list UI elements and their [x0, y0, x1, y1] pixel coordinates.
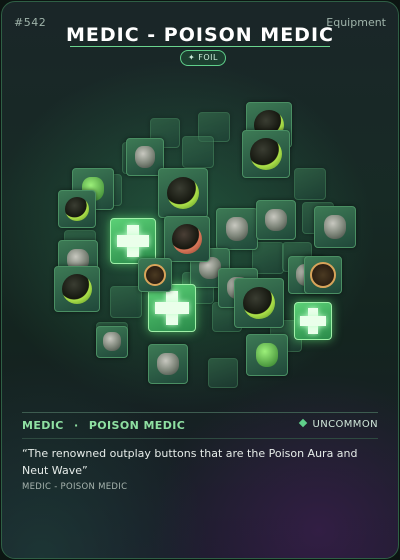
card-rarity: UNCOMMON — [312, 419, 378, 430]
heal-cross-tile — [294, 302, 332, 340]
biohazard-tile — [304, 256, 342, 294]
ability-icon-tile — [294, 168, 326, 200]
card-class-line: MEDIC · POISON MEDIC — [22, 419, 185, 432]
title-underline — [70, 46, 330, 47]
poison-orb-icon — [172, 224, 202, 254]
grenade-icon-tile — [148, 344, 188, 384]
class-separator: · — [74, 419, 79, 432]
grenade-icon — [135, 146, 155, 168]
poison-orb-tile — [164, 216, 210, 262]
grenade-icon — [256, 343, 278, 367]
card-spec: POISON MEDIC — [88, 419, 186, 432]
ability-icon-tile — [182, 136, 214, 168]
poison-orb-tile — [234, 278, 284, 328]
grenade-icon — [103, 332, 121, 351]
heal-cross-icon — [117, 235, 149, 247]
grenade-icon-tile — [216, 208, 258, 250]
grenade-icon — [324, 215, 346, 239]
poison-orb-icon — [167, 177, 199, 209]
foil-badge: ✦ FOIL — [180, 50, 226, 66]
grenade-icon-tile — [256, 200, 296, 240]
poison-orb-icon — [250, 138, 282, 170]
grenade-icon — [265, 209, 287, 231]
poison-orb-icon — [62, 274, 92, 304]
grenade-icon — [157, 353, 179, 375]
flavor-text: “The renowned outplay buttons that are t… — [22, 447, 358, 477]
biohazard-tile — [138, 258, 172, 292]
poison-orb-icon — [243, 287, 275, 319]
info-divider — [22, 412, 378, 413]
grenade-icon-tile — [96, 326, 128, 358]
rarity-gem-icon — [298, 418, 307, 428]
poison-orb-tile — [242, 130, 290, 178]
card-artwork — [2, 72, 398, 402]
biohazard-icon — [144, 264, 166, 286]
card-footer: MEDIC - POISON MEDIC — [22, 482, 128, 492]
rarity-line: UNCOMMON — [298, 418, 378, 430]
ability-icon-tile — [110, 286, 142, 318]
card-title: MEDIC - POISON MEDIC — [66, 24, 334, 46]
card-class: MEDIC — [22, 419, 64, 432]
heal-cross-icon — [155, 302, 189, 314]
poison-orb-tile — [54, 266, 100, 312]
flavor-divider — [22, 438, 378, 439]
poison-orb-tile — [58, 190, 96, 228]
heal-cross-icon — [300, 316, 326, 326]
grenade-icon-tile — [246, 334, 288, 376]
poison-orb-icon — [65, 197, 89, 221]
ability-icon-tile — [208, 358, 238, 388]
grenade-icon-tile — [314, 206, 356, 248]
grenade-icon — [226, 217, 248, 241]
trading-card[interactable]: #542 Equipment MEDIC - POISON MEDIC ✦ FO… — [1, 1, 399, 559]
poison-orb-tile — [158, 168, 208, 218]
biohazard-icon — [310, 262, 336, 288]
